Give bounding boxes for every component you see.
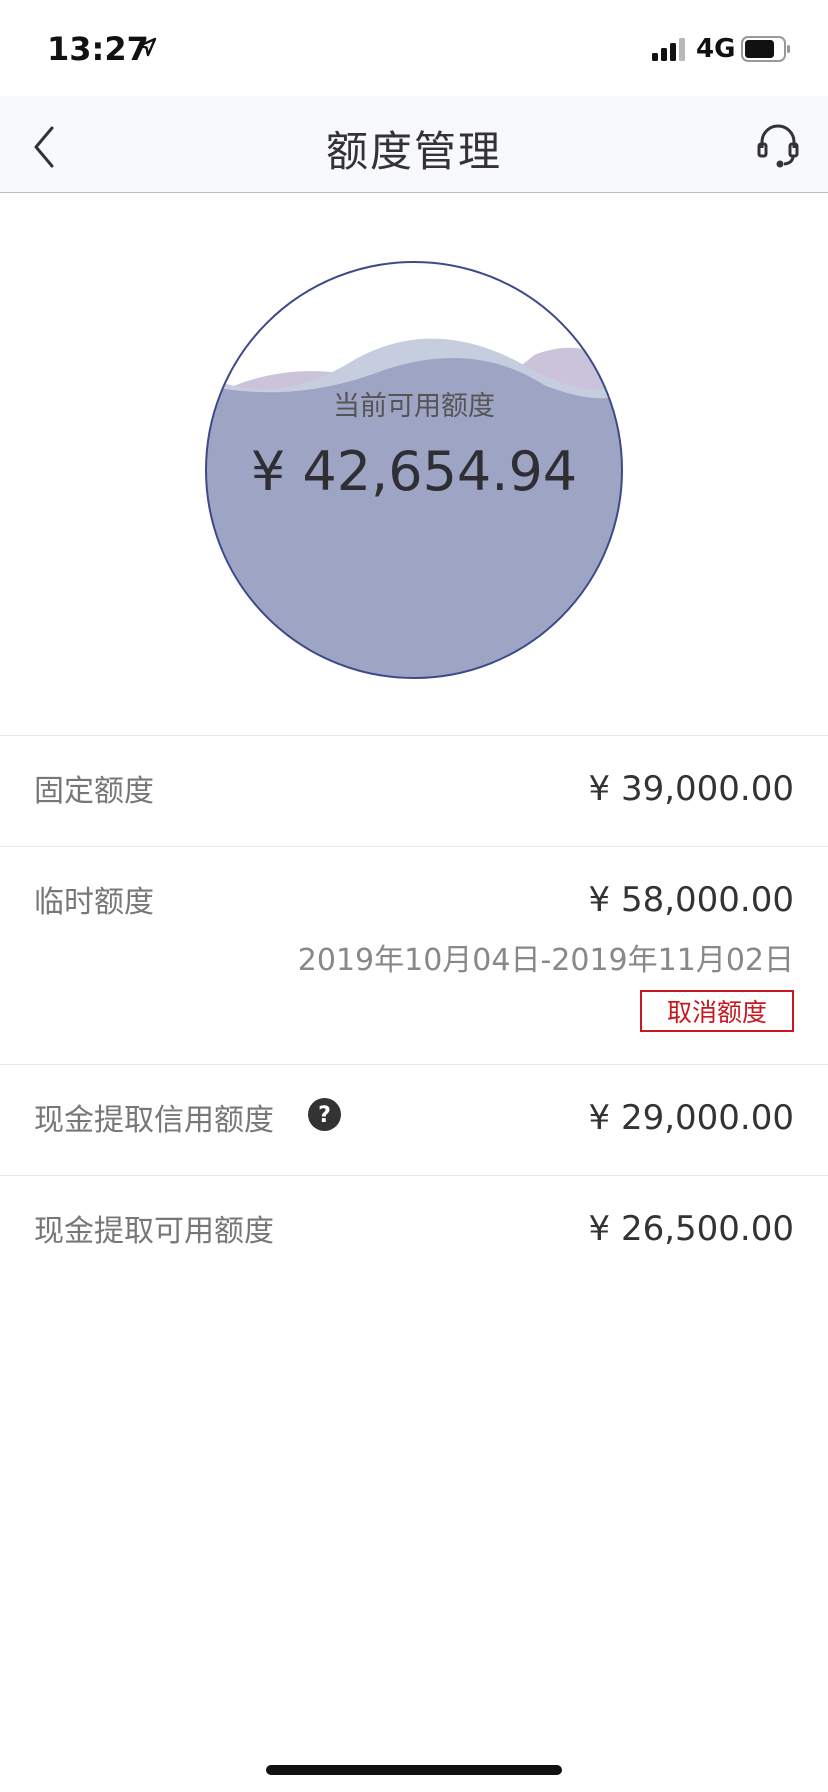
network-type: 4G	[696, 34, 736, 64]
cancel-credit-button[interactable]: 取消额度	[640, 990, 794, 1032]
row-value: ¥ 58,000.00	[588, 880, 794, 920]
fixed-credit-row: 固定额度 ¥ 39,000.00	[0, 735, 828, 846]
svg-text:?: ?	[318, 1103, 331, 1128]
gauge-label: 当前可用额度	[333, 391, 495, 422]
row-label: 临时额度	[34, 885, 154, 920]
home-indicator[interactable]	[266, 1765, 562, 1775]
row-value: ¥ 29,000.00	[588, 1098, 794, 1138]
battery-icon	[741, 36, 791, 66]
signal-bars-icon	[652, 38, 688, 66]
status-time: 13:27	[47, 30, 149, 68]
status-bar: 13:27 4G	[0, 0, 828, 96]
cash-available-credit-row: 现金提取可用额度 ¥ 26,500.00	[0, 1175, 828, 1286]
row-label: 现金提取可用额度	[34, 1214, 274, 1249]
cash-credit-limit-row: 现金提取信用额度 ? ¥ 29,000.00	[0, 1064, 828, 1175]
row-label: 固定额度	[34, 774, 154, 809]
temporary-credit-date-range: 2019年10月04日-2019年11月02日	[297, 943, 794, 978]
available-credit-value: ¥ 42,654.94	[250, 440, 578, 503]
page-title: 额度管理	[325, 127, 502, 176]
row-value: ¥ 39,000.00	[588, 769, 794, 809]
temporary-credit-row: 临时额度 ¥ 58,000.00 2019年10月04日-2019年11月02日…	[0, 846, 828, 1064]
help-question-icon[interactable]: ?	[308, 1098, 341, 1135]
row-label: 现金提取信用额度	[34, 1103, 274, 1138]
location-arrow-icon	[136, 36, 158, 62]
headset-support-icon[interactable]	[756, 122, 800, 172]
nav-bar: 额度管理	[0, 96, 828, 193]
row-value: ¥ 26,500.00	[588, 1209, 794, 1249]
